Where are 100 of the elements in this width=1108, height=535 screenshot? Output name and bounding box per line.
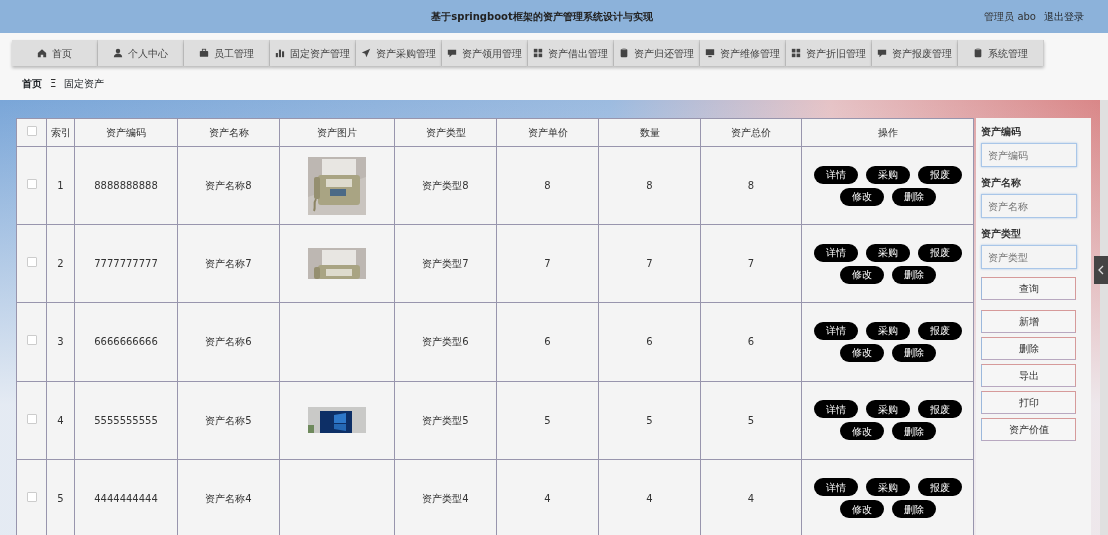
table-cell: 6 [646,336,653,348]
table-cell: 7 [544,258,551,270]
row-checkbox[interactable] [26,335,37,346]
nav-tab[interactable]: 资产折旧管理 [786,40,872,66]
table-cell: 资产名称5 [205,414,252,426]
select-all-checkbox[interactable] [26,126,37,136]
user-icon [113,48,123,58]
column-header: 索引 [46,118,75,147]
table-cell: 资产名称8 [205,180,252,192]
table-cell: 6 [747,336,755,348]
action-button[interactable]: 删除 [891,187,936,206]
table-cell: 资产名称6 [205,336,252,348]
grid-icon [791,48,801,58]
action-button[interactable]: 详情 [813,243,858,262]
table-cell: 5 [57,492,64,504]
action-button[interactable]: 详情 [813,478,858,497]
table-cell: 4 [646,492,653,504]
logout-link[interactable]: 退出登录 [1044,9,1084,24]
table-cell: 4444444444 [94,492,158,504]
user-label: 管理员 abo [984,10,1036,24]
search-field[interactable]: 资产类型 [981,245,1077,269]
action-button[interactable]: 修改 [839,500,884,519]
row-checkbox[interactable] [26,491,37,502]
chevron-left-icon [1098,265,1104,275]
table-cell: 资产名称4 [205,492,252,504]
column-header: 资产编码 [74,118,178,147]
table-cell: 5 [646,414,653,426]
column-header: 操作 [801,118,974,147]
table-cell: 资产类型6 [422,336,469,348]
action-button[interactable]: 报废 [917,321,962,340]
nav-tab[interactable]: 系统管理 [958,40,1044,66]
table-cell: 4 [544,492,551,504]
monitor-icon [705,48,715,58]
nav-tab[interactable]: 资产采购管理 [356,40,442,66]
nav-tab[interactable]: 资产报废管理 [872,40,958,66]
breadcrumb-link[interactable]: 首页 [22,76,42,91]
action-button[interactable]: 报废 [917,165,962,184]
column-header: 数量 [598,118,701,147]
table-cell: 6 [544,336,551,348]
nav-tab[interactable]: 资产借出管理 [528,40,614,66]
collapse-handle[interactable] [1094,256,1108,284]
scrollbar[interactable] [1100,100,1108,535]
table-cell: 1 [57,180,64,192]
table-cell: 4 [747,492,755,504]
breadcrumb-link[interactable]: 固定资产 [64,76,105,91]
action-button[interactable]: 报废 [917,478,962,497]
panel-button[interactable]: 资产价值 [981,418,1076,441]
nav-tab[interactable]: 固定资产管理 [270,40,356,66]
panel-button[interactable]: 打印 [981,391,1076,414]
nav-tab[interactable]: 资产归还管理 [614,40,700,66]
table-cell: 7777777777 [94,258,158,270]
action-button[interactable]: 采购 [865,165,910,184]
table-cell: 8 [747,180,755,192]
search-button[interactable]: 查询 [981,277,1076,300]
action-button[interactable]: 修改 [839,343,884,362]
row-checkbox[interactable] [26,257,37,268]
breadcrumb-separator: Ξ [50,77,57,91]
search-field[interactable]: 资产名称 [981,194,1077,218]
action-button[interactable]: 详情 [813,400,858,419]
paper-plane-icon [361,48,371,58]
column-header: 资产名称 [177,118,280,147]
action-button[interactable]: 采购 [865,400,910,419]
table-cell: 5555555555 [94,414,158,426]
action-button[interactable]: 删除 [891,422,936,441]
table-cell: 3 [57,336,64,348]
panel-button[interactable]: 删除 [981,337,1076,360]
nav-tab[interactable]: 资产领用管理 [442,40,528,66]
action-button[interactable]: 采购 [865,243,910,262]
table-cell: 4 [57,414,64,426]
action-button[interactable]: 采购 [865,478,910,497]
table-cell: 资产类型4 [422,492,469,504]
app-title: 基于springboot框架的资产管理系统设计与实现 [431,11,653,22]
nav-tab[interactable]: 员工管理 [184,40,270,66]
nav-tab[interactable]: 资产维修管理 [700,40,786,66]
action-button[interactable]: 修改 [839,265,884,284]
row-checkbox[interactable] [26,179,37,190]
panel-button[interactable]: 新增 [981,310,1076,333]
panel-button[interactable]: 导出 [981,364,1076,387]
table-cell: 资产类型7 [422,258,469,270]
column-header: 资产图片 [279,118,395,147]
nav-tab[interactable]: 首页 [12,40,98,66]
field-label: 资产类型 [981,227,1022,241]
action-button[interactable]: 报废 [917,243,962,262]
table-cell: 8 [646,180,653,192]
column-header: 资产总价 [700,118,802,147]
action-button[interactable]: 报废 [917,400,962,419]
action-button[interactable]: 详情 [813,165,858,184]
action-button[interactable]: 采购 [865,321,910,340]
action-button[interactable]: 删除 [891,500,936,519]
action-button[interactable]: 删除 [891,343,936,362]
table-cell: 5 [544,414,551,426]
action-button[interactable]: 详情 [813,321,858,340]
search-field[interactable]: 资产编码 [981,143,1077,167]
action-button[interactable]: 修改 [839,422,884,441]
row-checkbox[interactable] [26,413,37,424]
table-cell: 8 [544,180,551,192]
nav-tab[interactable]: 个人中心 [98,40,184,66]
action-button[interactable]: 修改 [839,187,884,206]
action-button[interactable]: 删除 [891,265,936,284]
table-cell: 5 [747,414,755,426]
